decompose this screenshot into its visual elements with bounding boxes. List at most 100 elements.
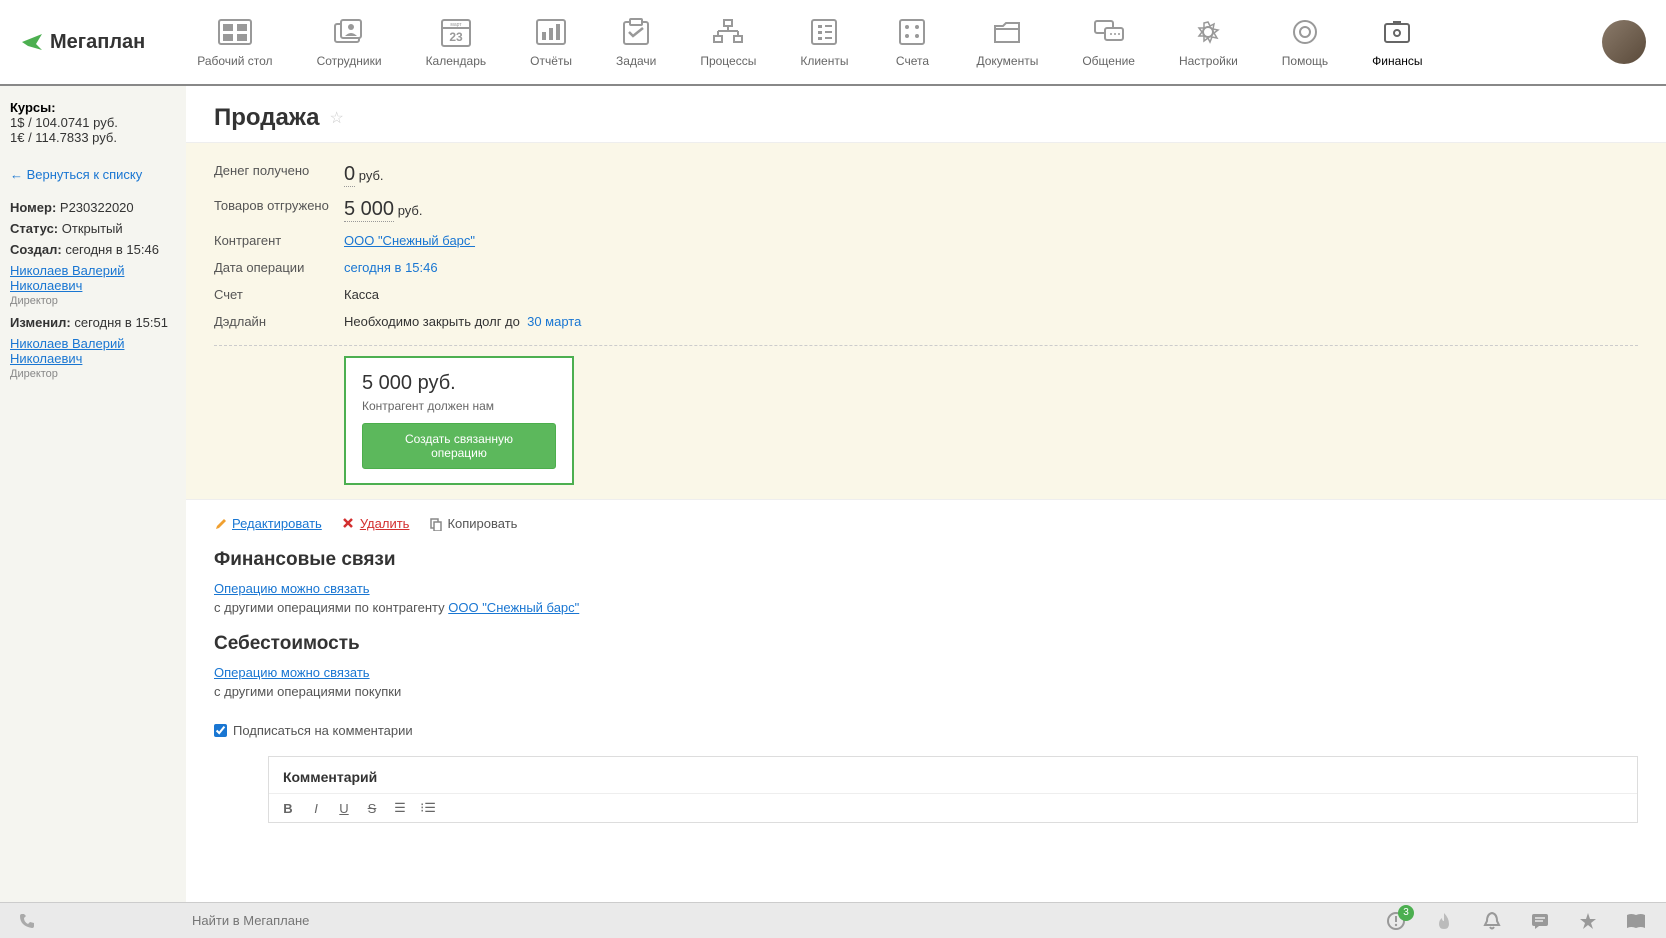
create-linked-operation-button[interactable]: Создать связанную операцию bbox=[362, 423, 556, 469]
separator bbox=[214, 345, 1638, 346]
tasks-icon bbox=[616, 16, 656, 48]
back-to-list-link[interactable]: Вернуться к списку bbox=[10, 167, 142, 182]
deadline-date[interactable]: 30 марта bbox=[527, 314, 581, 329]
fire-icon[interactable] bbox=[1432, 909, 1456, 933]
svg-text:март: март bbox=[450, 22, 462, 28]
pencil-icon bbox=[214, 517, 228, 531]
copy-action[interactable]: Копировать bbox=[429, 516, 517, 531]
number-label: Номер: bbox=[10, 200, 56, 215]
counterparty-link[interactable]: ООО "Снежный барс" bbox=[344, 233, 475, 248]
star-icon[interactable] bbox=[1576, 909, 1600, 933]
nav-chat[interactable]: Общение bbox=[1070, 12, 1147, 72]
nav-documents[interactable]: Документы bbox=[964, 12, 1050, 72]
alert-badge: 3 bbox=[1398, 905, 1414, 921]
calendar-icon: 23 март bbox=[436, 16, 476, 48]
nav-settings[interactable]: Настройки bbox=[1167, 12, 1250, 72]
nav-accounts[interactable]: Счета bbox=[880, 12, 944, 72]
modified-value: сегодня в 15:51 bbox=[74, 315, 168, 330]
finlinks-title: Финансовые связи bbox=[214, 549, 1638, 571]
message-icon[interactable] bbox=[1528, 909, 1552, 933]
modified-label: Изменил: bbox=[10, 315, 71, 330]
bell-icon[interactable] bbox=[1480, 909, 1504, 933]
cost-link[interactable]: Операцию можно связать bbox=[214, 665, 370, 680]
chat-icon bbox=[1089, 16, 1129, 48]
rate-usd: 1$ / 104.0741 руб. bbox=[10, 115, 176, 130]
money-received-label: Денег получено bbox=[214, 163, 344, 186]
alert-icon[interactable]: 3 bbox=[1384, 909, 1408, 933]
x-icon bbox=[342, 517, 356, 531]
created-label: Создал: bbox=[10, 242, 62, 257]
operation-date-label: Дата операции bbox=[214, 260, 344, 275]
nav-employees[interactable]: Сотрудники bbox=[305, 12, 394, 72]
counterparty-label: Контрагент bbox=[214, 233, 344, 248]
processes-icon bbox=[708, 16, 748, 48]
page-title: Продажа bbox=[214, 104, 320, 132]
employees-icon bbox=[329, 16, 369, 48]
status-label: Статус: bbox=[10, 221, 58, 236]
account-value: Касса bbox=[344, 287, 379, 302]
logo-icon bbox=[20, 30, 44, 54]
nav-finance[interactable]: Финансы bbox=[1360, 12, 1434, 72]
subscribe-checkbox[interactable] bbox=[214, 724, 227, 737]
bold-button[interactable]: B bbox=[279, 801, 297, 816]
clients-icon bbox=[804, 16, 844, 48]
number-value: Р230322020 bbox=[60, 200, 134, 215]
comment-box: Комментарий B I U S ☰ ⁝☰ bbox=[268, 756, 1638, 823]
delete-action[interactable]: Удалить bbox=[342, 516, 410, 531]
debt-amount: 5 000 руб. bbox=[362, 372, 556, 395]
search-input[interactable] bbox=[192, 913, 492, 928]
goods-shipped-value[interactable]: 5 000 bbox=[344, 198, 394, 222]
reports-icon bbox=[531, 16, 571, 48]
favorite-star-icon[interactable]: ☆ bbox=[330, 108, 344, 128]
unordered-list-button[interactable]: ⁝☰ bbox=[419, 800, 437, 816]
nav-reports[interactable]: Отчёты bbox=[518, 12, 584, 72]
nav-desktop[interactable]: Рабочий стол bbox=[185, 12, 284, 72]
bottom-bar: 3 bbox=[0, 902, 1666, 938]
book-icon[interactable] bbox=[1624, 909, 1648, 933]
comment-title: Комментарий bbox=[269, 757, 1637, 793]
cost-title: Себестоимость bbox=[214, 633, 1638, 655]
nav-clients[interactable]: Клиенты bbox=[788, 12, 860, 72]
summary-card: Денег получено 0 руб. Товаров отгружено … bbox=[186, 142, 1666, 500]
logo[interactable]: Мегаплан bbox=[20, 30, 145, 54]
finlinks-text: с другими операциями по контрагенту bbox=[214, 600, 445, 615]
svg-text:23: 23 bbox=[449, 30, 463, 44]
money-received-value[interactable]: 0 bbox=[344, 163, 355, 187]
ordered-list-button[interactable]: ☰ bbox=[391, 800, 409, 816]
phone-icon[interactable] bbox=[18, 912, 38, 930]
finlinks-link[interactable]: Операцию можно связать bbox=[214, 581, 370, 596]
layout: Курсы: 1$ / 104.0741 руб. 1€ / 114.7833 … bbox=[0, 86, 1666, 902]
modifier-link[interactable]: Николаев Валерий Николаевич bbox=[10, 336, 176, 366]
nav-tasks[interactable]: Задачи bbox=[604, 12, 668, 72]
cost-text: с другими операциями покупки bbox=[214, 684, 1638, 699]
money-received-unit: руб. bbox=[359, 168, 384, 183]
italic-button[interactable]: I bbox=[307, 801, 325, 816]
status-value: Открытый bbox=[62, 221, 123, 236]
rate-eur: 1€ / 114.7833 руб. bbox=[10, 130, 176, 145]
logo-text: Мегаплан bbox=[50, 31, 145, 54]
documents-icon bbox=[987, 16, 1027, 48]
deadline-text: Необходимо закрыть долг до bbox=[344, 314, 520, 329]
creator-link[interactable]: Николаев Валерий Николаевич bbox=[10, 263, 176, 293]
account-label: Счет bbox=[214, 287, 344, 302]
underline-button[interactable]: U bbox=[335, 801, 353, 816]
creator-role: Директор bbox=[10, 295, 176, 307]
strike-button[interactable]: S bbox=[363, 801, 381, 816]
finlinks-counterparty-link[interactable]: ООО "Снежный барс" bbox=[448, 600, 579, 615]
main-content: Продажа ☆ Денег получено 0 руб. Товаров … bbox=[186, 86, 1666, 902]
comment-toolbar: B I U S ☰ ⁝☰ bbox=[269, 793, 1637, 822]
subscribe-label: Подписаться на комментарии bbox=[233, 723, 413, 738]
debt-text: Контрагент должен нам bbox=[362, 399, 556, 413]
nav-calendar[interactable]: 23март Календарь bbox=[414, 12, 499, 72]
sidebar: Курсы: 1$ / 104.0741 руб. 1€ / 114.7833 … bbox=[0, 86, 186, 902]
operation-date-value[interactable]: сегодня в 15:46 bbox=[344, 260, 438, 275]
nav-processes[interactable]: Процессы bbox=[688, 12, 768, 72]
edit-action[interactable]: Редактировать bbox=[214, 516, 322, 531]
accounts-icon bbox=[892, 16, 932, 48]
finance-icon bbox=[1377, 16, 1417, 48]
user-avatar[interactable] bbox=[1602, 20, 1646, 64]
rates-title: Курсы: bbox=[10, 100, 176, 115]
deadline-label: Дэдлайн bbox=[214, 314, 344, 329]
nav-help[interactable]: Помощь bbox=[1270, 12, 1340, 72]
copy-icon bbox=[429, 517, 443, 531]
